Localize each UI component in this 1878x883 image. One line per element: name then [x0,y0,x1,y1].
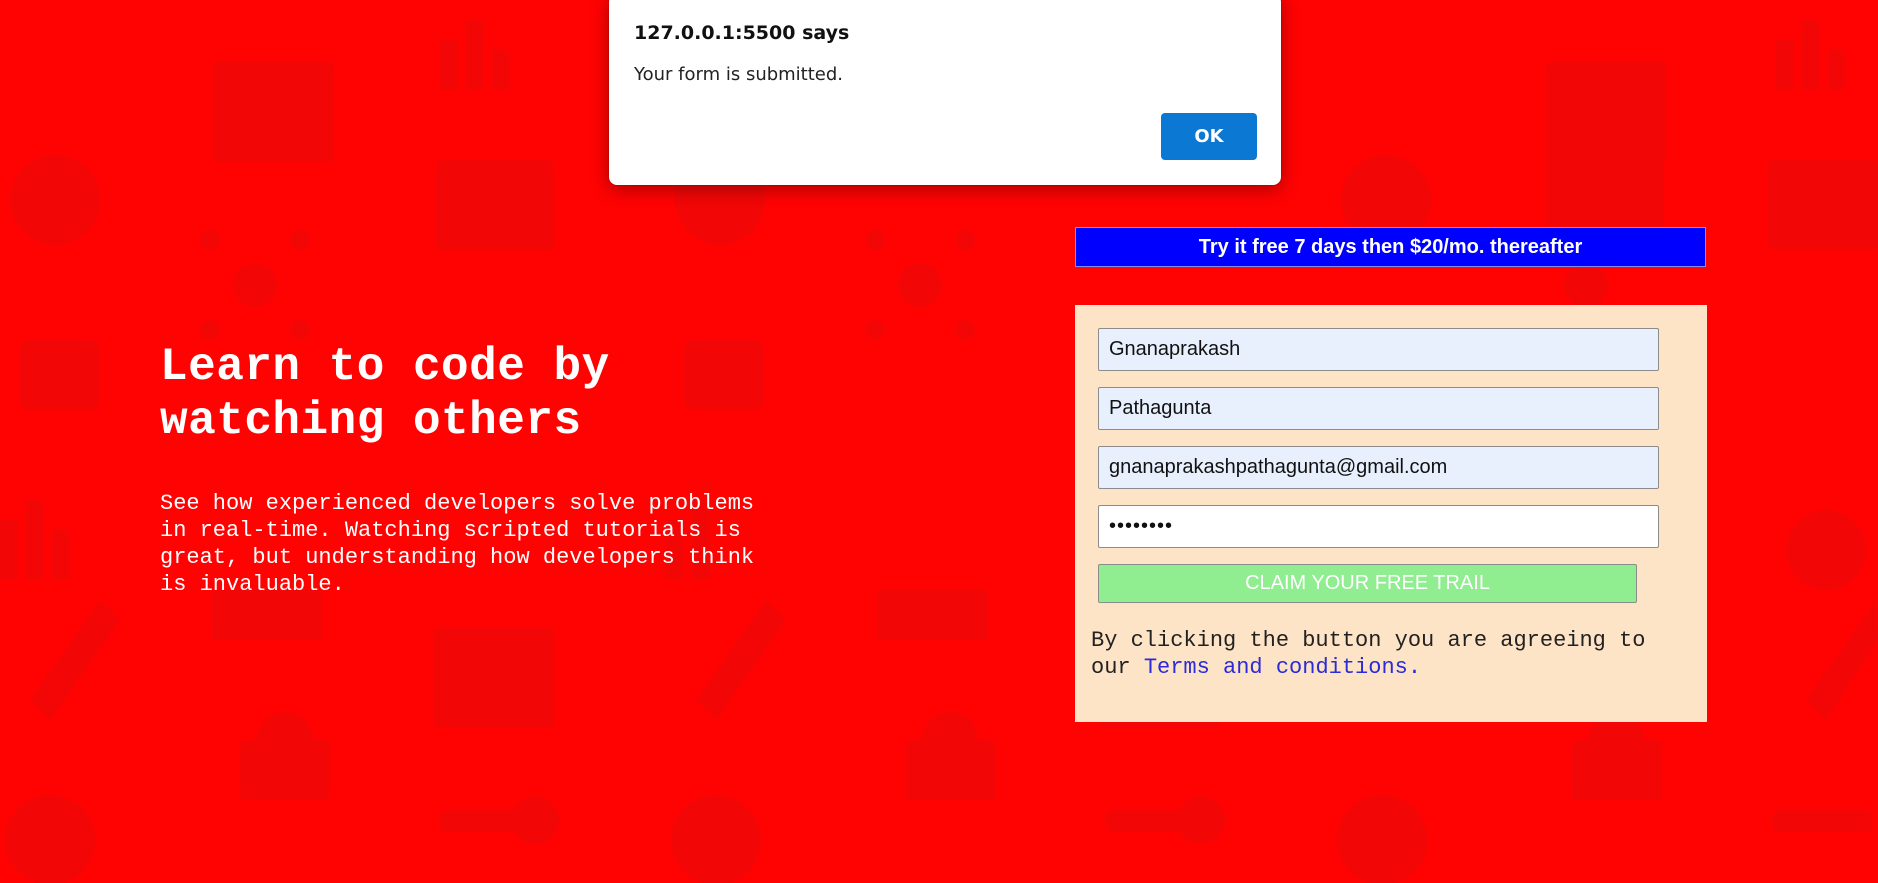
signup-form: •••••••• CLAIM YOUR FREE TRAIL By clicki… [1075,305,1707,722]
alert-dialog: 127.0.0.1:5500 says Your form is submitt… [609,0,1281,185]
terms-text: By clicking the button you are agreeing … [1091,627,1681,681]
email-input[interactable] [1098,446,1659,489]
hero-description: See how experienced developers solve pro… [160,491,755,597]
hero-section: Learn to code by watching others See how… [160,340,780,598]
dialog-origin: 127.0.0.1:5500 says [634,22,850,44]
terms-link[interactable]: Terms and conditions. [1144,655,1421,680]
last-name-input[interactable] [1098,387,1659,430]
dialog-ok-button[interactable]: OK [1161,113,1257,160]
trial-banner: Try it free 7 days then $20/mo. thereaft… [1075,227,1706,267]
first-name-input[interactable] [1098,328,1659,371]
dialog-message: Your form is submitted. [634,64,844,85]
hero-title: Learn to code by watching others [160,341,610,447]
claim-free-trial-button[interactable]: CLAIM YOUR FREE TRAIL [1098,564,1637,603]
password-input[interactable]: •••••••• [1098,505,1659,548]
key-icon [440,796,1872,844]
